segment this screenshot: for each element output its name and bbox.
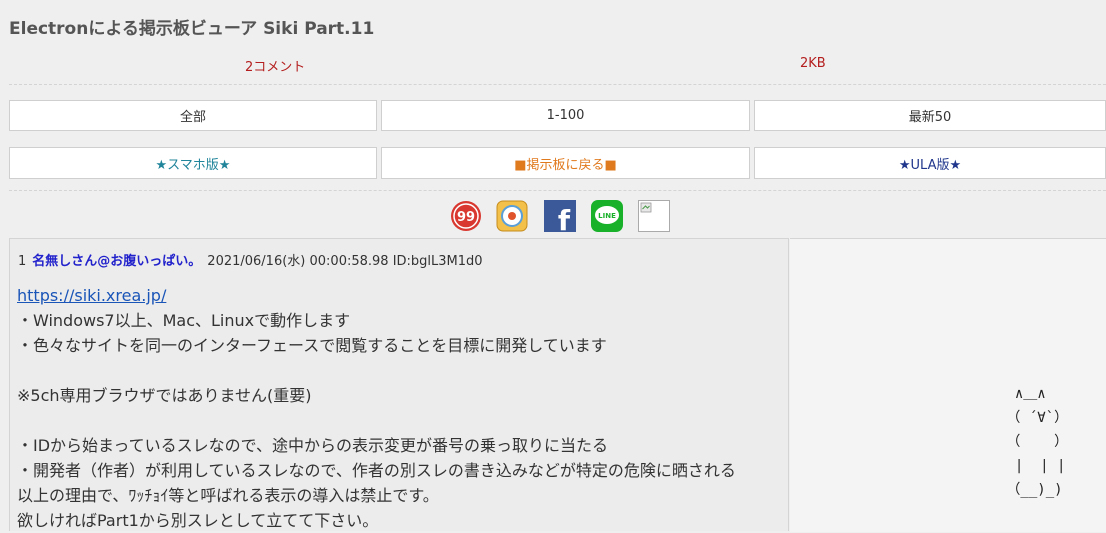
show-all-button[interactable]: 全部 xyxy=(9,100,377,131)
post-line xyxy=(17,358,736,383)
back-to-board-link[interactable]: ■掲示板に戻る■ xyxy=(381,147,750,179)
post-number[interactable]: 1 xyxy=(18,254,26,269)
line-icon[interactable]: LINE xyxy=(591,200,623,232)
post-line: 欲しければPart1から別スレとして立てて下さい。 xyxy=(17,511,379,530)
99-icon[interactable]: 99 xyxy=(450,200,482,232)
post-line: 以上の理由で、ﾜｯﾁｮｲ等と呼ばれる表示の導入は禁止です。 xyxy=(17,486,439,505)
facebook-icon[interactable]: f xyxy=(544,200,576,232)
ipad-app-icon[interactable] xyxy=(496,200,528,232)
latest-50-button[interactable]: 最新50 xyxy=(754,100,1106,131)
post-line xyxy=(17,408,736,433)
post-line: ・IDから始まっているスレなので、途中からの表示変更が番号の乗っ取りに当たる xyxy=(17,436,608,455)
post-1: 1 名無しさん@お腹いっぱい。 2021/06/16(水) 00:00:58.98 … xyxy=(9,238,789,531)
show-1-100-button[interactable]: 1-100 xyxy=(381,100,750,131)
thread-meta: 2コメント 2KB xyxy=(9,46,1106,85)
ula-version-link[interactable]: ★ULA版★ xyxy=(754,147,1106,179)
poster-name[interactable]: 名無しさん@お腹いっぱい。 xyxy=(32,254,201,269)
post-line: ・色々なサイトを同一のインターフェースで閲覧することを目標に開発しています xyxy=(17,336,607,355)
svg-text:99: 99 xyxy=(457,210,475,225)
site-link[interactable]: https://siki.xrea.jp/ xyxy=(17,286,166,305)
post-header: 1 名無しさん@お腹いっぱい。 2021/06/16(水) 00:00:58.98 … xyxy=(18,250,483,269)
post-line: ・Windows7以上、Mac、Linuxで動作します xyxy=(17,311,351,330)
comment-count: 2コメント xyxy=(245,60,306,75)
svg-text:f: f xyxy=(558,204,571,232)
thread-size: 2KB xyxy=(800,56,826,71)
post-line: ※5ch専用ブラウザではありません(重要) xyxy=(17,386,312,405)
ascii-art-cat: ∧＿∧ （ ´∀`） （ ） | | | （__)_) xyxy=(1006,386,1069,498)
broken-image-icon[interactable] xyxy=(638,200,670,232)
smartphone-version-link[interactable]: ★スマホ版★ xyxy=(9,147,377,179)
post-date-id: 2021/06/16(水) 00:00:58.98 ID:bglL3M1d0 xyxy=(207,254,483,269)
page-title: Electronによる掲示板ビューア Siki Part.11 xyxy=(9,19,375,39)
svg-text:LINE: LINE xyxy=(598,212,616,220)
divider xyxy=(9,190,1106,191)
post-line: ・開発者（作者）が利用しているスレなので、作者の別スレの書き込みなどが特定の危険… xyxy=(17,461,736,480)
post-body: https://siki.xrea.jp/ ・Windows7以上、Mac、Li… xyxy=(17,283,736,533)
